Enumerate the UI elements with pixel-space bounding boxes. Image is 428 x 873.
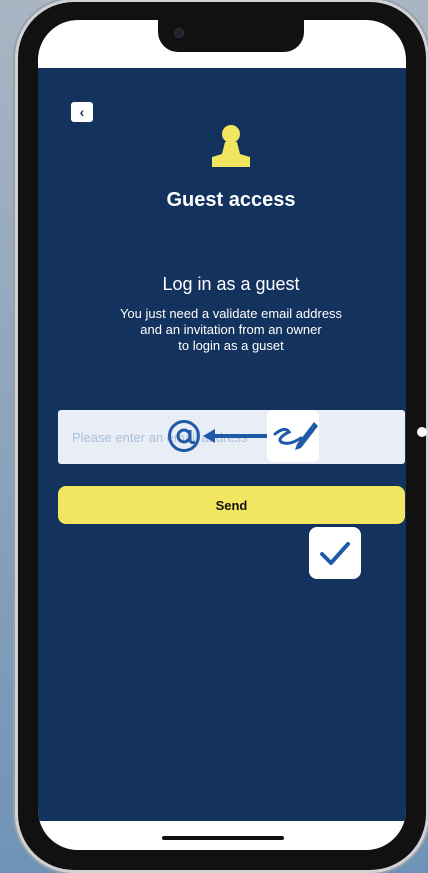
arrow-left-icon: [203, 429, 269, 443]
page-title: Guest access: [166, 189, 296, 211]
back-button[interactable]: ‹: [71, 102, 93, 122]
send-button[interactable]: Send: [58, 486, 405, 524]
phone-notch: [158, 20, 304, 52]
description-text: You just need a validate email address a…: [38, 306, 406, 354]
pen-signature-icon: [273, 422, 318, 450]
checkmark-icon: [320, 542, 350, 565]
description-line: and an invitation from an owner: [140, 322, 322, 337]
guest-access-screen: ‹ Guest access Log in as a guest You jus…: [38, 68, 406, 821]
annotation-dot: [417, 427, 427, 437]
description-line: You just need a validate email address: [119, 306, 343, 321]
section-subtitle: Log in as a guest: [162, 274, 300, 294]
chevron-left-icon: ‹: [79, 104, 85, 120]
home-indicator[interactable]: [162, 836, 284, 840]
at-sign-icon: [168, 420, 200, 452]
phone-screen: ‹ Guest access Log in as a guest You jus…: [38, 20, 406, 850]
user-icon: [212, 125, 250, 167]
check-badge: [309, 527, 361, 579]
front-camera: [174, 28, 184, 38]
description-line: to login as a guset: [178, 338, 284, 353]
signature-badge: [267, 410, 319, 462]
